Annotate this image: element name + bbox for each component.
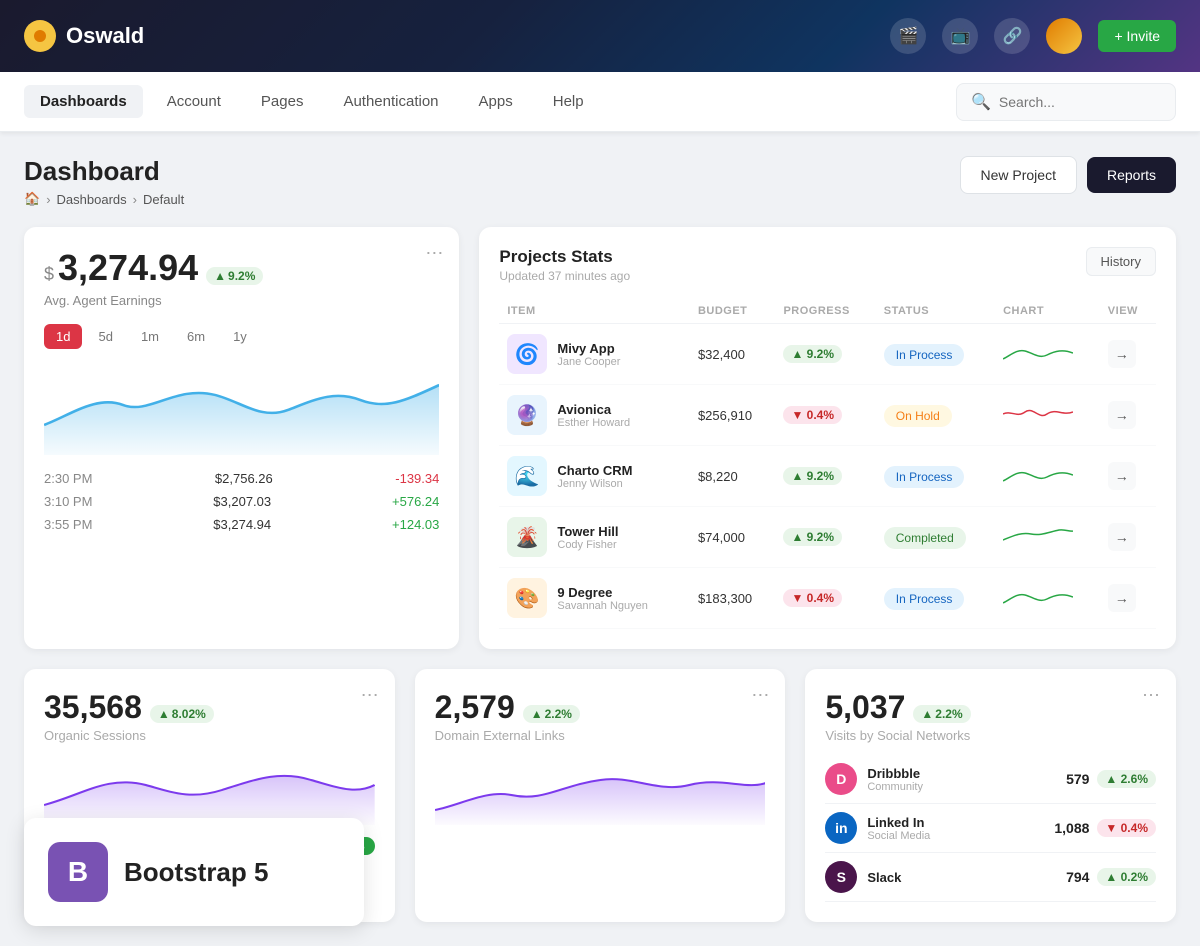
earnings-badge: ▲ 9.2%: [206, 267, 263, 285]
earnings-row-1: 2:30 PM $2,756.26 -139.34: [44, 471, 439, 486]
page-title: Dashboard: [24, 156, 184, 187]
earnings-row-3: 3:55 PM $3,274.94 +124.03: [44, 517, 439, 532]
nav-item-authentication[interactable]: Authentication: [327, 85, 454, 118]
social-badge: ▲ 2.2%: [913, 705, 970, 723]
table-row: 🌋 Tower Hill Cody Fisher $74,000 ▲ 9.2% …: [499, 507, 1156, 568]
currency-symbol: $: [44, 264, 54, 285]
nav-item-account[interactable]: Account: [151, 85, 237, 118]
projects-table: ITEM BUDGET PROGRESS STATUS CHART VIEW 🌀…: [499, 299, 1156, 629]
breadcrumb-default: Default: [143, 192, 184, 207]
earnings-more-button[interactable]: ⋯: [425, 243, 443, 264]
domain-more-button[interactable]: ⋯: [751, 685, 769, 706]
organic-badge: ▲ 8.02%: [150, 705, 214, 723]
avatar[interactable]: [1046, 18, 1082, 54]
social-network-icon: D: [825, 763, 857, 795]
col-view: VIEW: [1100, 299, 1156, 324]
domain-label: Domain External Links: [435, 728, 766, 743]
social-label: Visits by Social Networks: [825, 728, 1156, 743]
filter-5d[interactable]: 5d: [86, 324, 124, 349]
earnings-value: 3,274.94: [58, 247, 198, 289]
table-row: 🔮 Avionica Esther Howard $256,910 ▼ 0.4%…: [499, 385, 1156, 446]
page-header: Dashboard 🏠 › Dashboards › Default New P…: [24, 156, 1176, 207]
view-row-button[interactable]: →: [1108, 340, 1136, 368]
logo: Oswald: [24, 20, 144, 52]
top-cards-row: ⋯ $ 3,274.94 ▲ 9.2% Avg. Agent Earnings …: [24, 227, 1176, 649]
table-row: 🌀 Mivy App Jane Cooper $32,400 ▲ 9.2% In…: [499, 324, 1156, 385]
col-progress: PROGRESS: [775, 299, 875, 324]
nav-item-pages[interactable]: Pages: [245, 85, 320, 118]
domain-card: ⋯ 2,579 ▲ 2.2% Domain External Links: [415, 669, 786, 922]
logo-text: Oswald: [66, 23, 144, 49]
invite-button[interactable]: + Invite: [1098, 20, 1176, 52]
logo-icon: [24, 20, 56, 52]
col-status: STATUS: [876, 299, 995, 324]
social-more-button[interactable]: ⋯: [1142, 685, 1160, 706]
filter-6m[interactable]: 6m: [175, 324, 217, 349]
table-row: 🌊 Charto CRM Jenny Wilson $8,220 ▲ 9.2% …: [499, 446, 1156, 507]
new-project-button[interactable]: New Project: [960, 156, 1077, 194]
organic-label: Organic Sessions: [44, 728, 375, 743]
main-nav: Dashboards Account Pages Authentication …: [0, 72, 1200, 132]
time-filters: 1d 5d 1m 6m 1y: [44, 324, 439, 349]
organic-number: 35,568 ▲ 8.02%: [44, 689, 214, 726]
nav-item-dashboards[interactable]: Dashboards: [24, 85, 143, 118]
projects-header: Projects Stats Updated 37 minutes ago Hi…: [499, 247, 1156, 283]
social-network-icon: S: [825, 861, 857, 893]
history-button[interactable]: History: [1086, 247, 1156, 276]
social-number: 5,037 ▲ 2.2%: [825, 689, 970, 726]
earnings-row-2: 3:10 PM $3,207.03 +576.24: [44, 494, 439, 509]
domain-number: 2,579 ▲ 2.2%: [435, 689, 580, 726]
search-box[interactable]: 🔍: [956, 83, 1176, 121]
domain-badge: ▲ 2.2%: [523, 705, 580, 723]
projects-card: Projects Stats Updated 37 minutes ago Hi…: [479, 227, 1176, 649]
filter-1m[interactable]: 1m: [129, 324, 171, 349]
bootstrap-icon: B: [48, 842, 108, 902]
view-row-button[interactable]: →: [1108, 584, 1136, 612]
earnings-label: Avg. Agent Earnings: [44, 293, 439, 308]
projects-updated: Updated 37 minutes ago: [499, 269, 630, 283]
earnings-amount: $ 3,274.94: [44, 247, 198, 289]
search-icon: 🔍: [971, 92, 991, 112]
earnings-chart: [44, 365, 439, 455]
filter-1d[interactable]: 1d: [44, 324, 82, 349]
table-row: 🎨 9 Degree Savannah Nguyen $183,300 ▼ 0.…: [499, 568, 1156, 629]
social-card: ⋯ 5,037 ▲ 2.2% Visits by Social Networks…: [805, 669, 1176, 922]
view-row-button[interactable]: →: [1108, 462, 1136, 490]
social-network-icon: in: [825, 812, 857, 844]
social-item: S Slack 794 ▲ 0.2%: [825, 853, 1156, 902]
social-item: D Dribbble Community 579 ▲ 2.6%: [825, 755, 1156, 804]
social-items: D Dribbble Community 579 ▲ 2.6% in Linke…: [825, 755, 1156, 902]
breadcrumb-dashboards: Dashboards: [57, 192, 127, 207]
reports-button[interactable]: Reports: [1087, 157, 1176, 193]
topbar: Oswald 🎬 📺 🔗 + Invite: [0, 0, 1200, 72]
earnings-card: ⋯ $ 3,274.94 ▲ 9.2% Avg. Agent Earnings …: [24, 227, 459, 649]
earnings-rows: 2:30 PM $2,756.26 -139.34 3:10 PM $3,207…: [44, 471, 439, 532]
projects-title: Projects Stats: [499, 247, 630, 267]
filter-1y[interactable]: 1y: [221, 324, 259, 349]
organic-more-button[interactable]: ⋯: [361, 685, 379, 706]
domain-chart: [435, 755, 766, 825]
breadcrumb: 🏠 › Dashboards › Default: [24, 191, 184, 207]
col-item: ITEM: [499, 299, 690, 324]
col-chart: CHART: [995, 299, 1100, 324]
home-icon: 🏠: [24, 191, 40, 207]
bootstrap-card: B Bootstrap 5: [24, 818, 364, 926]
col-budget: BUDGET: [690, 299, 776, 324]
table-header: ITEM BUDGET PROGRESS STATUS CHART VIEW: [499, 299, 1156, 324]
view-row-button[interactable]: →: [1108, 523, 1136, 551]
share-icon[interactable]: 🔗: [994, 18, 1030, 54]
monitor-icon[interactable]: 📺: [942, 18, 978, 54]
search-input[interactable]: [999, 94, 1161, 110]
view-row-button[interactable]: →: [1108, 401, 1136, 429]
bootstrap-text: Bootstrap 5: [124, 857, 268, 888]
organic-chart: [44, 755, 375, 825]
social-item: in Linked In Social Media 1,088 ▼ 0.4%: [825, 804, 1156, 853]
nav-item-help[interactable]: Help: [537, 85, 600, 118]
camera-icon[interactable]: 🎬: [890, 18, 926, 54]
nav-items: Dashboards Account Pages Authentication …: [24, 85, 600, 118]
page-actions: New Project Reports: [960, 156, 1177, 194]
nav-item-apps[interactable]: Apps: [463, 85, 529, 118]
topbar-right: 🎬 📺 🔗 + Invite: [890, 18, 1176, 54]
